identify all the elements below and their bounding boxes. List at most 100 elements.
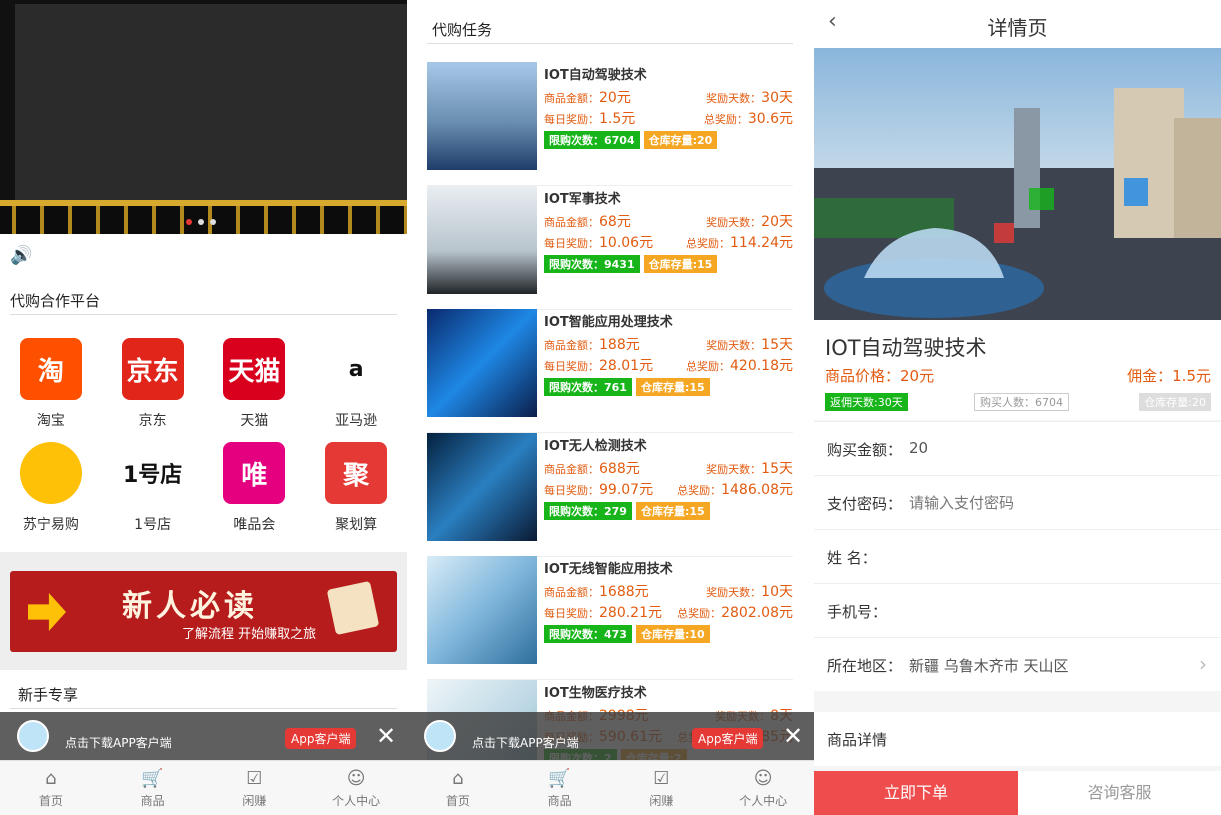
label: 商品金额：: [544, 92, 599, 105]
label: 商品金额：: [544, 339, 599, 352]
video-banner[interactable]: [0, 0, 407, 234]
task-item[interactable]: IOT自动驾驶技术 商品金额：20元 奖励天数：30天 每日奖励：1.5元 总奖励：30…: [427, 62, 793, 186]
platform-name: 聚划算: [335, 517, 378, 533]
days-value: 15天: [761, 460, 793, 477]
page-title: 详情页: [987, 16, 1048, 40]
platform-item[interactable]: a 亚马逊: [305, 338, 407, 430]
tab-tasks[interactable]: ☑ 闲赚: [611, 761, 713, 815]
cart-icon: 🛒: [141, 768, 164, 789]
video-player[interactable]: [15, 4, 407, 204]
rebate-days-badge: 返佣天数:30天: [825, 393, 908, 411]
product-info: IOT自动驾驶技术 商品价格：20元 佣金：1.5元 返佣天数:30天 购买人数…: [814, 320, 1221, 420]
phone-input[interactable]: [894, 596, 1164, 626]
task-row: 商品金额：20元 奖励天数：30天: [544, 87, 793, 107]
label: 总奖励：: [686, 360, 730, 373]
total-value: 2802.08元: [721, 605, 793, 621]
platform-item[interactable]: 淘淘宝: [0, 338, 102, 430]
task-row: 每日奖励：28.01元 总奖励：420.18元: [544, 355, 793, 375]
task-tags: 限购次数：9431 仓库存量:15: [544, 254, 718, 273]
task-row: 每日奖励：280.21元 总奖励：2802.08元: [544, 602, 793, 622]
carousel-dot[interactable]: [210, 219, 216, 225]
tab-home[interactable]: ⌂ 首页: [407, 761, 509, 815]
tab-products[interactable]: 🛒 商品: [509, 761, 611, 815]
tab-label: 闲赚: [649, 794, 674, 808]
top-bar: ‹ 详情页: [814, 0, 1221, 48]
section-title: 代购合作平台: [10, 292, 101, 310]
platform-name: 天猫: [240, 413, 269, 429]
stock-badge: 仓库存量:20: [643, 131, 718, 149]
task-item[interactable]: IOT无线智能应用技术 商品金额：1688元 奖励天数：10天 每日奖励：280.21…: [427, 556, 793, 680]
newbie-guide-banner[interactable]: 新人必读 了解流程 开始赚取之旅: [10, 571, 397, 652]
total-value: 420.18元: [730, 358, 793, 374]
task-icon: ☑: [246, 768, 263, 789]
tab-products[interactable]: 🛒 商品: [102, 761, 204, 815]
daily-value: 280.21元: [599, 605, 662, 621]
download-text[interactable]: 点击下载APP客户端: [65, 734, 172, 751]
platform-name: 苏宁易购: [22, 517, 79, 533]
platform-item[interactable]: 唯唯品会: [204, 442, 306, 534]
carousel-dot[interactable]: [198, 219, 204, 225]
limit-badge: 限购次数：473: [544, 625, 632, 643]
name-input[interactable]: [884, 542, 1154, 572]
platform-item[interactable]: 京东 京东: [102, 338, 204, 430]
amount-value: 20: [909, 439, 929, 457]
app-client-button[interactable]: App客户端: [285, 728, 357, 749]
daily-value: 99.07元: [599, 481, 654, 498]
download-bar[interactable]: 点击下载APP客户端 App客户端 ✕: [407, 712, 814, 760]
task-title: IOT无人检测技术: [544, 438, 647, 454]
divider: [10, 708, 397, 709]
download-bar[interactable]: 点击下载APP客户端 App客户端 ✕: [0, 712, 407, 760]
label: 商品金额：: [544, 586, 599, 599]
download-text[interactable]: 点击下载APP客户端: [472, 734, 579, 751]
speaker-icon[interactable]: 🔊: [10, 245, 32, 266]
customer-service-button[interactable]: 咨询客服: [1018, 771, 1221, 815]
platform-item[interactable]: 1号店 1号店: [102, 442, 204, 534]
platform-item[interactable]: 天猫 天猫: [204, 338, 306, 430]
stock-badge: 仓库存量:10: [635, 625, 710, 643]
tab-home[interactable]: ⌂ 首页: [0, 761, 102, 815]
divider: [427, 43, 793, 44]
task-item[interactable]: IOT智能应用处理技术 商品金额：188元 奖励天数：15天 每日奖励：28.01元 总…: [427, 309, 793, 433]
task-row: 商品金额：68元 奖励天数：20天: [544, 211, 793, 231]
days-value: 15天: [761, 337, 793, 353]
buyers-badge: 购买人数：6704: [974, 393, 1069, 411]
tasks-screen: 代购任务 IOT自动驾驶技术 商品金额：20元 奖励天数：30天 每日奖励：1.5元总…: [407, 0, 814, 815]
app-client-button[interactable]: App客户端: [692, 728, 764, 749]
task-item[interactable]: IOT军事技术 商品金额：68元 奖励天数：20天 每日奖励：10.06元 总奖励：11…: [427, 185, 793, 310]
promo-subtitle: 了解流程 开始赚取之旅: [182, 627, 317, 642]
label: 商品金额：: [544, 215, 599, 229]
platform-logo-icon: 聚: [325, 442, 388, 504]
carousel-dot[interactable]: [186, 219, 192, 225]
cart-icon: 🛒: [548, 768, 571, 789]
close-icon[interactable]: ✕: [376, 722, 396, 750]
buy-now-button[interactable]: 立即下单: [814, 771, 1018, 815]
platform-logo-icon: 1号店: [121, 442, 184, 504]
close-icon[interactable]: ✕: [783, 722, 803, 750]
limit-badge: 限购次数：279: [544, 501, 632, 520]
platform-item[interactable]: 苏宁易购: [0, 442, 102, 534]
label: 奖励天数：: [706, 462, 762, 476]
platform-name: 淘宝: [36, 413, 65, 429]
tab-profile[interactable]: ☺ 个人中心: [305, 761, 407, 815]
tab-profile[interactable]: ☺ 个人中心: [712, 761, 814, 815]
task-tags: 限购次数：279 仓库存量:15: [544, 501, 710, 520]
stock-badge: 仓库存量:20: [1139, 393, 1211, 411]
total-value: 30.6元: [747, 111, 793, 127]
commission: 佣金：1.5元: [1127, 367, 1211, 385]
task-row: 每日奖励：10.06元 总奖励：114.24元: [544, 232, 793, 252]
label: 每日奖励：: [544, 360, 599, 373]
password-input[interactable]: [909, 488, 1179, 518]
tab-tasks[interactable]: ☑ 闲赚: [204, 761, 306, 815]
home-icon: ⌂: [45, 768, 57, 789]
region-value[interactable]: 新疆 乌鲁木齐市 天山区: [909, 655, 1069, 676]
label: 奖励天数：: [706, 92, 762, 105]
task-icon: ☑: [653, 768, 670, 789]
task-item[interactable]: IOT无人检测技术 商品金额：688元 奖励天数：15天 每日奖励：99.07元 总奖励…: [427, 432, 793, 557]
total-value: 114.24元: [730, 234, 793, 251]
platform-item[interactable]: 聚聚划算: [305, 442, 407, 534]
region-field[interactable]: 所在地区： 新疆 乌鲁木齐市 天山区 ›: [814, 637, 1221, 691]
label: 奖励天数：: [706, 586, 762, 599]
label: 奖励天数：: [706, 215, 762, 229]
stock-badge: 仓库存量:15: [643, 254, 718, 273]
task-title: IOT无线智能应用技术: [544, 562, 673, 577]
